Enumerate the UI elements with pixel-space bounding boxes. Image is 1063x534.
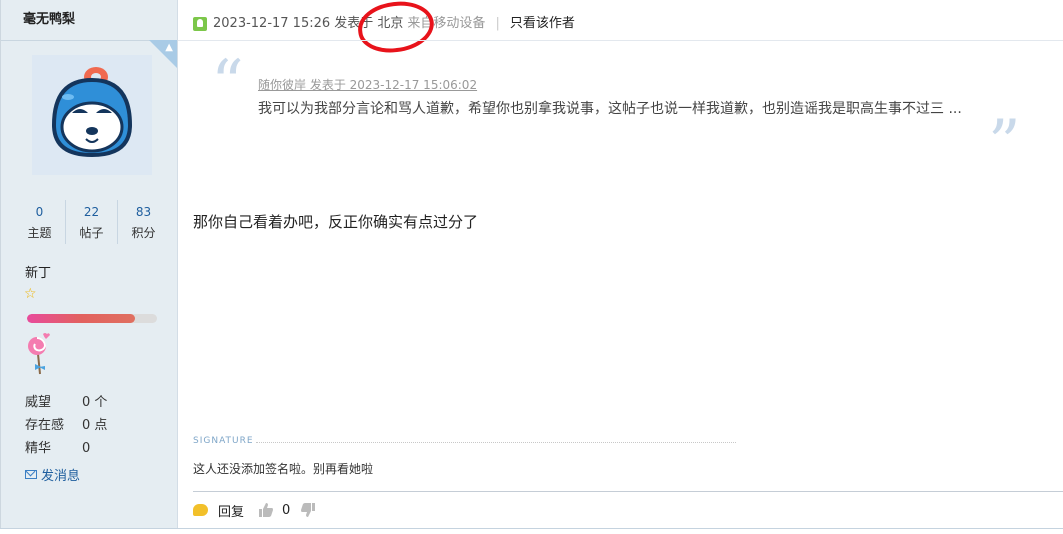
envelope-icon (25, 470, 37, 479)
avatar[interactable] (32, 55, 152, 175)
stat-posts[interactable]: 22 帖子 (66, 200, 118, 244)
close-quote-icon: ” (988, 107, 1021, 181)
info-prestige-value: 0 个 (82, 395, 108, 410)
post-actions: 回复 0 (193, 499, 324, 521)
star-icon: ☆ (24, 286, 37, 302)
info-digest-value: 0 (82, 441, 91, 456)
like-count: 0 (282, 502, 291, 518)
stat-points[interactable]: 83 积分 (118, 200, 169, 244)
stat-threads-label: 主题 (27, 226, 52, 240)
info-presence-value: 0 点 (82, 418, 108, 433)
stat-points-value: 83 (135, 205, 152, 219)
quote-author-link[interactable]: 随你彼岸 发表于 2023-12-17 15:06:02 (258, 76, 477, 93)
signature-label: SIGNATURE (193, 436, 254, 446)
header-divider (178, 40, 1063, 41)
android-icon: ▲ (149, 40, 177, 68)
thumbs-down-icon[interactable] (300, 502, 316, 518)
info-prestige-key: 威望 (25, 395, 52, 410)
stat-threads-value: 0 (35, 205, 44, 219)
reply-icon[interactable] (193, 504, 208, 516)
signature-divider (256, 442, 736, 443)
stat-points-label: 积分 (131, 226, 156, 240)
thumbs-up-icon[interactable] (258, 502, 274, 518)
level-progress-bar (27, 314, 157, 323)
signature-text: 这人还没添加签名啦。别再看她啦 (193, 462, 374, 476)
online-status-icon (193, 17, 207, 31)
avatar-image (51, 67, 133, 158)
open-quote-icon: “ (211, 47, 244, 121)
user-rank: 新丁 (25, 266, 52, 281)
send-message-link[interactable]: 发消息 (25, 465, 80, 484)
stat-posts-label: 帖子 (79, 226, 104, 240)
stat-posts-value: 22 (83, 205, 100, 219)
only-author-link[interactable]: 只看该作者 (510, 8, 575, 40)
meta-separator: | (495, 16, 500, 31)
info-presence: 存在感 0 点 (25, 414, 107, 433)
info-digest: 精华 0 (25, 437, 90, 456)
quote-text: 我可以为我部分言论和骂人道歉，希望你也别拿我说事，这帖子也说一样我道歉，也别造谣… (258, 101, 962, 117)
lollipop-medal-icon (28, 333, 50, 375)
post-bottom-border (0, 528, 1063, 529)
post-content: 那你自己看着办吧，反正你确实有点过分了 (193, 213, 479, 231)
user-stats: 0 主题 22 帖子 83 积分 (14, 200, 169, 244)
info-prestige: 威望 0 个 (25, 391, 107, 410)
user-sidebar: 毫无鸭梨 ▲ 0 主题 22 帖子 83 积分 新丁 ☆ 威望 0 个 存在感 … (0, 0, 178, 528)
stat-threads[interactable]: 0 主题 (14, 200, 66, 244)
reply-button[interactable]: 回复 (218, 501, 244, 520)
username[interactable]: 毫无鸭梨 (1, 0, 177, 41)
info-presence-key: 存在感 (25, 418, 65, 433)
info-digest-key: 精华 (25, 441, 52, 456)
level-progress-fill (27, 314, 135, 323)
actions-divider (193, 491, 1063, 492)
send-message-label: 发消息 (41, 469, 81, 484)
